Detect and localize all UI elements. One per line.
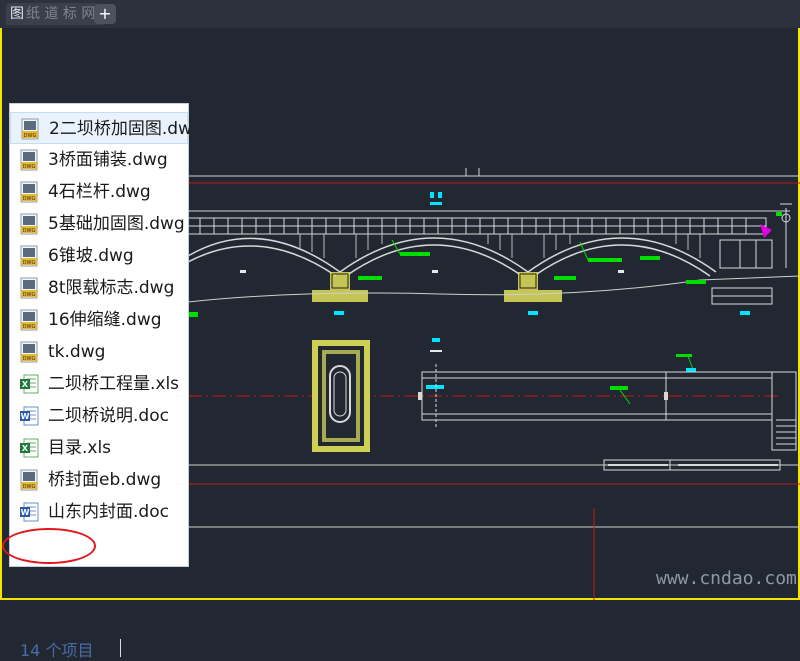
file-name: 山东内封面.doc bbox=[48, 502, 169, 522]
highlight-circle-annotation bbox=[2, 528, 96, 564]
document-tab-label: 图 bbox=[10, 6, 24, 22]
doc-file-icon: W bbox=[18, 501, 40, 523]
dwg-file-icon: DWG bbox=[18, 341, 40, 363]
file-item[interactable]: X 目录.xls bbox=[10, 432, 188, 464]
file-list-panel: DWG 2二坝桥加固图.dwg DWG 3桥面铺装.dwg DWG 4石栏杆.dwg DWG… bbox=[10, 104, 189, 660]
dwg-file-icon: DWG bbox=[18, 213, 40, 235]
xls-file-icon: X bbox=[18, 437, 40, 459]
file-item[interactable]: DWG 5基础加固图.dwg bbox=[10, 208, 188, 240]
status-divider bbox=[120, 639, 121, 657]
svg-text:DWG: DWG bbox=[23, 260, 36, 266]
file-item[interactable]: DWG 16伸缩缝.dwg bbox=[10, 304, 188, 336]
site-watermark: www.cndao.com bbox=[656, 568, 797, 589]
tab-watermark: 纸 道 标 网 bbox=[26, 6, 96, 22]
file-item[interactable]: DWG 桥封面eb.dwg bbox=[10, 464, 188, 496]
svg-text:W: W bbox=[21, 412, 30, 421]
svg-text:DWG: DWG bbox=[23, 196, 36, 202]
file-name: 桥封面eb.dwg bbox=[48, 470, 162, 490]
svg-text:DWG: DWG bbox=[23, 356, 36, 362]
file-name: 6锥坡.dwg bbox=[48, 246, 134, 266]
dwg-file-icon: DWG bbox=[19, 118, 41, 140]
file-name: 5基础加固图.dwg bbox=[48, 214, 185, 234]
file-list: DWG 2二坝桥加固图.dwg DWG 3桥面铺装.dwg DWG 4石栏杆.dwg DWG… bbox=[10, 112, 189, 528]
file-item[interactable]: W 山东内封面.doc bbox=[10, 496, 188, 528]
svg-text:DWG: DWG bbox=[24, 133, 37, 139]
file-name: tk.dwg bbox=[48, 342, 106, 362]
svg-text:DWG: DWG bbox=[23, 164, 36, 170]
file-item[interactable]: DWG 2二坝桥加固图.dwg bbox=[10, 112, 189, 144]
file-item[interactable]: DWG 3桥面铺装.dwg bbox=[10, 144, 188, 176]
new-tab-button[interactable]: + bbox=[94, 4, 116, 24]
dwg-file-icon: DWG bbox=[18, 149, 40, 171]
file-name: 二坝桥工程量.xls bbox=[48, 374, 180, 394]
dwg-file-icon: DWG bbox=[18, 309, 40, 331]
file-name: 8t限载标志.dwg bbox=[48, 278, 175, 298]
file-name: 4石栏杆.dwg bbox=[48, 182, 151, 202]
file-item[interactable]: W 二坝桥说明.doc bbox=[10, 400, 188, 432]
item-count-label: 14 个项目 bbox=[20, 641, 94, 660]
file-name: 2二坝桥加固图.dwg bbox=[49, 119, 189, 139]
file-name: 目录.xls bbox=[48, 438, 112, 458]
file-name: 16伸缩缝.dwg bbox=[48, 310, 162, 330]
file-item[interactable]: DWG tk.dwg bbox=[10, 336, 188, 368]
svg-text:W: W bbox=[21, 508, 30, 517]
file-name: 3桥面铺装.dwg bbox=[48, 150, 168, 170]
dwg-file-icon: DWG bbox=[18, 245, 40, 267]
svg-text:DWG: DWG bbox=[23, 324, 36, 330]
svg-text:DWG: DWG bbox=[23, 292, 36, 298]
svg-text:X: X bbox=[22, 380, 29, 389]
svg-text:DWG: DWG bbox=[23, 228, 36, 234]
file-item[interactable]: X 二坝桥工程量.xls bbox=[10, 368, 188, 400]
xls-file-icon: X bbox=[18, 373, 40, 395]
doc-file-icon: W bbox=[18, 405, 40, 427]
svg-text:DWG: DWG bbox=[23, 484, 36, 490]
document-tab-bar: 图纸 道 标 网 + bbox=[0, 0, 800, 28]
svg-text:X: X bbox=[22, 444, 29, 453]
dwg-file-icon: DWG bbox=[18, 469, 40, 491]
dwg-file-icon: DWG bbox=[18, 181, 40, 203]
file-item[interactable]: DWG 4石栏杆.dwg bbox=[10, 176, 188, 208]
file-item[interactable]: DWG 8t限载标志.dwg bbox=[10, 272, 188, 304]
file-item[interactable]: DWG 6锥坡.dwg bbox=[10, 240, 188, 272]
document-tab[interactable]: 图纸 道 标 网 bbox=[6, 3, 106, 25]
dwg-file-icon: DWG bbox=[18, 277, 40, 299]
file-name: 二坝桥说明.doc bbox=[48, 406, 169, 426]
